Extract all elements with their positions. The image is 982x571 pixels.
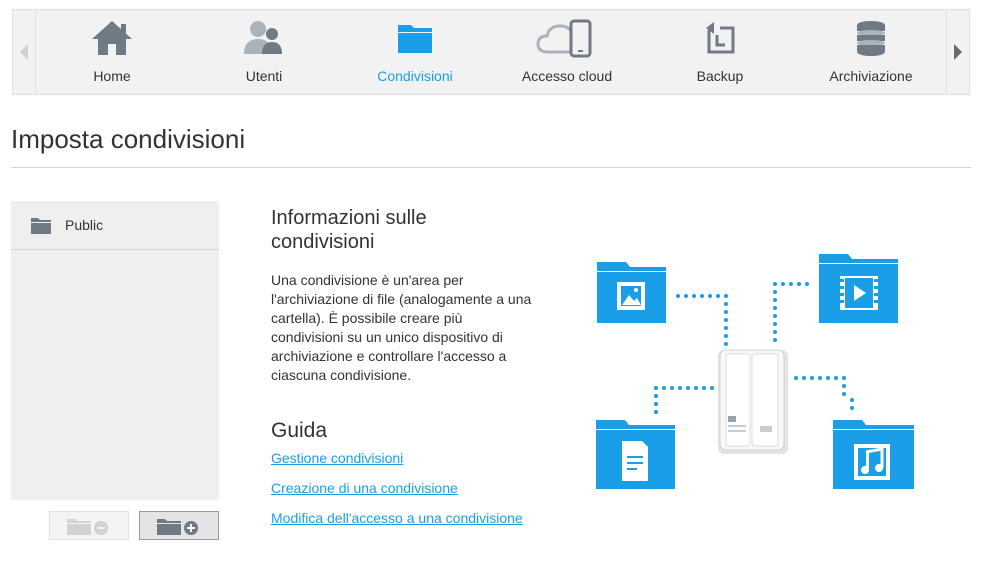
- nav-label-users: Utenti: [245, 68, 283, 84]
- nav-item-home[interactable]: Home: [42, 10, 182, 94]
- share-list-item-public[interactable]: Public: [11, 201, 219, 250]
- info-heading: Informazioni sulle condivisioni: [271, 207, 427, 253]
- folder-icon: [31, 217, 51, 234]
- backup-icon: [706, 22, 735, 54]
- nav-item-shares[interactable]: Condivisioni: [345, 10, 485, 94]
- guide-link-create-share[interactable]: Creazione di una condivisione: [271, 480, 458, 496]
- nav-item-cloud-access[interactable]: Accesso cloud: [497, 10, 637, 94]
- page-title: Imposta condivisioni: [11, 124, 246, 154]
- nav-scroll-right-button[interactable]: [946, 10, 969, 94]
- users-icon: [244, 21, 282, 54]
- document-folder-icon: [596, 420, 675, 489]
- title-divider: [11, 167, 971, 168]
- nav-scroll-left-button[interactable]: [13, 10, 36, 94]
- chevron-left-icon: [20, 44, 28, 60]
- guide-heading: Guida: [271, 419, 328, 442]
- storage-icon: [857, 21, 885, 56]
- nav-label-storage: Archiviazione: [829, 68, 913, 84]
- folder-add-icon: [157, 518, 198, 535]
- shares-illustration: [596, 254, 914, 489]
- nav-label-cloud-access: Accesso cloud: [521, 68, 613, 84]
- nav-label-backup: Backup: [696, 68, 744, 84]
- image-folder-icon: [597, 262, 666, 323]
- top-navigation: Home Utenti Condivisioni Accesso cloud B…: [12, 9, 970, 95]
- nav-label-shares: Condivisioni: [377, 68, 453, 84]
- nav-item-backup[interactable]: Backup: [650, 10, 790, 94]
- nav-item-users[interactable]: Utenti: [194, 10, 334, 94]
- share-list-panel: Public: [11, 201, 219, 500]
- add-share-button[interactable]: [139, 511, 219, 540]
- folder-icon: [398, 25, 432, 53]
- folder-remove-icon: [67, 518, 108, 535]
- home-icon: [92, 21, 132, 55]
- remove-share-button[interactable]: [49, 511, 129, 540]
- guide-link-modify-access[interactable]: Modifica dell'accesso a una condivisione: [271, 510, 523, 526]
- music-folder-icon: [833, 420, 914, 489]
- nas-device-icon: [718, 349, 788, 454]
- chevron-right-icon: [954, 44, 962, 60]
- info-description: Una condivisione è un'area per l'archivi…: [271, 272, 532, 383]
- nav-label-home: Home: [93, 68, 131, 84]
- video-folder-icon: [819, 254, 898, 323]
- nav-item-storage[interactable]: Archiviazione: [801, 10, 941, 94]
- share-item-label: Public: [65, 217, 104, 233]
- guide-link-manage-shares[interactable]: Gestione condivisioni: [271, 450, 403, 466]
- cloud-device-icon: [536, 19, 592, 58]
